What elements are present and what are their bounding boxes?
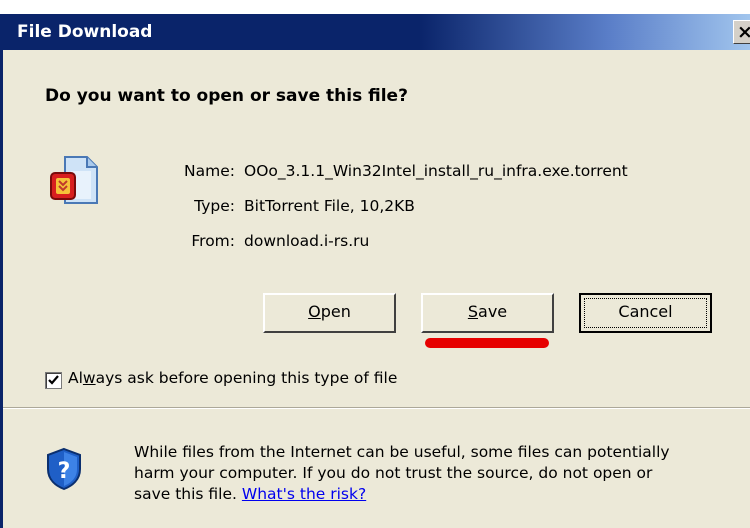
close-button[interactable]: × bbox=[733, 20, 750, 44]
file-type-value: BitTorrent File, 10,2KB bbox=[244, 197, 415, 215]
type-label: Type: bbox=[194, 197, 235, 215]
file-name-value: OOo_3.1.1_Win32Intel_install_ru_infra.ex… bbox=[244, 162, 628, 180]
always-ask-checkbox[interactable] bbox=[45, 372, 62, 389]
warning-line-2: harm your computer. If you do not trust … bbox=[134, 464, 653, 482]
open-button-label: Open bbox=[308, 302, 351, 321]
bittorrent-file-icon bbox=[50, 156, 98, 204]
svg-text:?: ? bbox=[58, 459, 71, 484]
whats-the-risk-link[interactable]: What's the risk? bbox=[242, 485, 366, 503]
checkmark-icon bbox=[48, 375, 59, 385]
close-icon: × bbox=[737, 20, 750, 44]
cancel-button-label: Cancel bbox=[618, 302, 673, 321]
window-title: File Download bbox=[17, 22, 153, 42]
red-underline-annotation bbox=[425, 338, 549, 348]
dialog-question: Do you want to open or save this file? bbox=[45, 86, 408, 106]
title-bar[interactable]: File Download × bbox=[3, 14, 750, 50]
save-button-label: Save bbox=[467, 302, 508, 321]
security-warning-text: While files from the Internet can be use… bbox=[134, 442, 749, 505]
page: File Download × Do you want to open or s… bbox=[0, 0, 750, 528]
from-label: From: bbox=[191, 232, 235, 250]
warning-line-1: While files from the Internet can be use… bbox=[134, 443, 670, 461]
open-button[interactable]: Open bbox=[263, 293, 396, 333]
save-button[interactable]: Save bbox=[421, 293, 554, 333]
always-ask-label[interactable]: Always ask before opening this type of f… bbox=[68, 369, 397, 387]
security-shield-question-icon: ? bbox=[47, 447, 81, 491]
divider bbox=[3, 407, 750, 409]
warning-line-3: save this file. What's the risk? bbox=[134, 485, 367, 503]
cancel-button[interactable]: Cancel bbox=[579, 293, 712, 333]
file-download-dialog: File Download × Do you want to open or s… bbox=[0, 14, 750, 528]
file-source-value: download.i-rs.ru bbox=[244, 232, 370, 250]
name-label: Name: bbox=[184, 162, 235, 180]
